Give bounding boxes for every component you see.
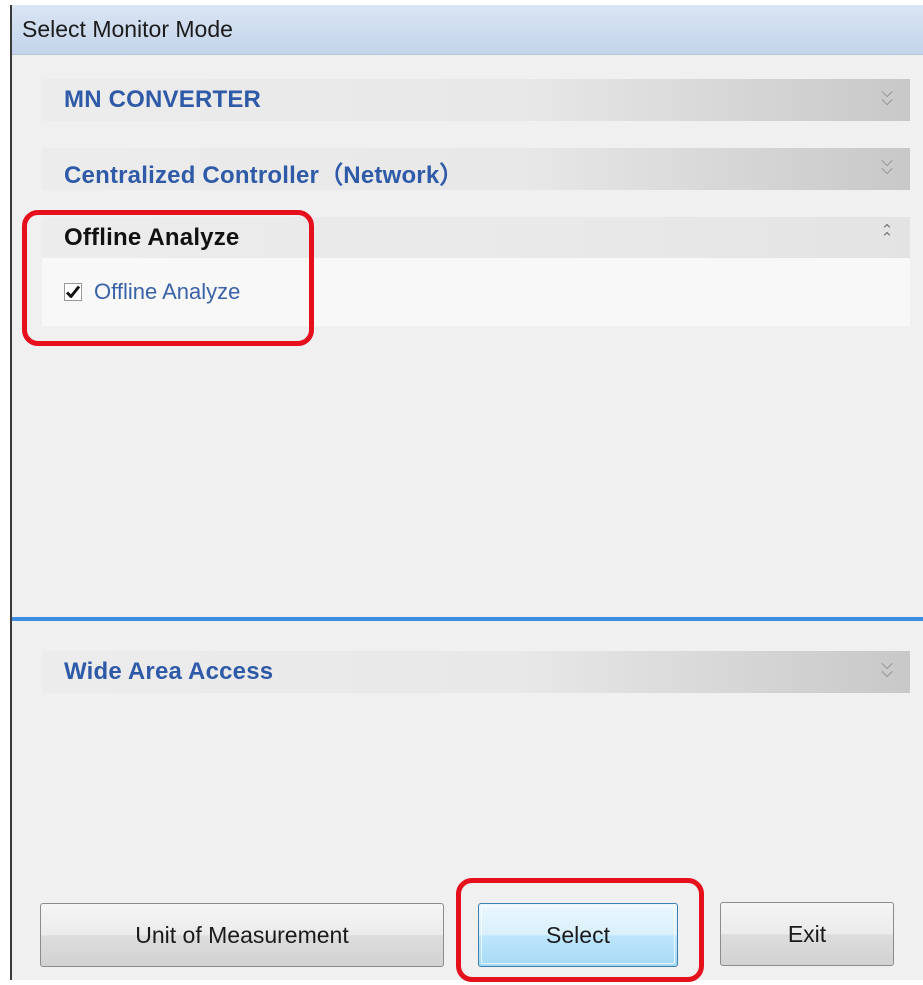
select-button[interactable]: Select bbox=[478, 903, 678, 967]
exit-button[interactable]: Exit bbox=[720, 902, 894, 966]
checkbox-offline-analyze[interactable] bbox=[64, 283, 82, 301]
section-body-offline-analyze: Offline Analyze bbox=[42, 258, 910, 326]
section-label-mn-converter: MN CONVERTER bbox=[64, 86, 262, 113]
section-label-offline-analyze: Offline Analyze bbox=[64, 224, 240, 251]
chevron-double-down-icon: ⌵ ⌵ bbox=[881, 84, 893, 109]
section-header-offline-analyze[interactable]: Offline Analyze ⌃ ⌃ bbox=[42, 217, 910, 259]
chevron-double-down-icon: ⌵ ⌵ bbox=[881, 153, 893, 178]
chevron-double-up-icon: ⌃ ⌃ bbox=[880, 222, 894, 247]
unit-of-measurement-button[interactable]: Unit of Measurement bbox=[40, 903, 444, 967]
chevron-double-down-icon: ⌵ ⌵ bbox=[881, 656, 893, 681]
select-monitor-mode-window: Select Monitor Mode MN CONVERTER ⌵ ⌵ Cent… bbox=[10, 5, 923, 980]
section-divider bbox=[12, 617, 923, 621]
section-label-centralized-controller: Centralized Controller（Network） bbox=[64, 162, 464, 189]
window-title: Select Monitor Mode bbox=[22, 16, 233, 42]
section-header-centralized-controller[interactable]: Centralized Controller（Network） ⌵ ⌵ bbox=[42, 148, 910, 190]
offline-analyze-option[interactable]: Offline Analyze bbox=[64, 277, 240, 307]
checkbox-label-offline-analyze: Offline Analyze bbox=[94, 279, 241, 304]
section-label-wide-area-access: Wide Area Access bbox=[64, 658, 274, 685]
section-header-mn-converter[interactable]: MN CONVERTER ⌵ ⌵ bbox=[42, 79, 910, 121]
title-bar: Select Monitor Mode bbox=[12, 5, 923, 55]
checkmark-icon bbox=[64, 283, 82, 301]
section-header-wide-area-access[interactable]: Wide Area Access ⌵ ⌵ bbox=[42, 651, 910, 693]
